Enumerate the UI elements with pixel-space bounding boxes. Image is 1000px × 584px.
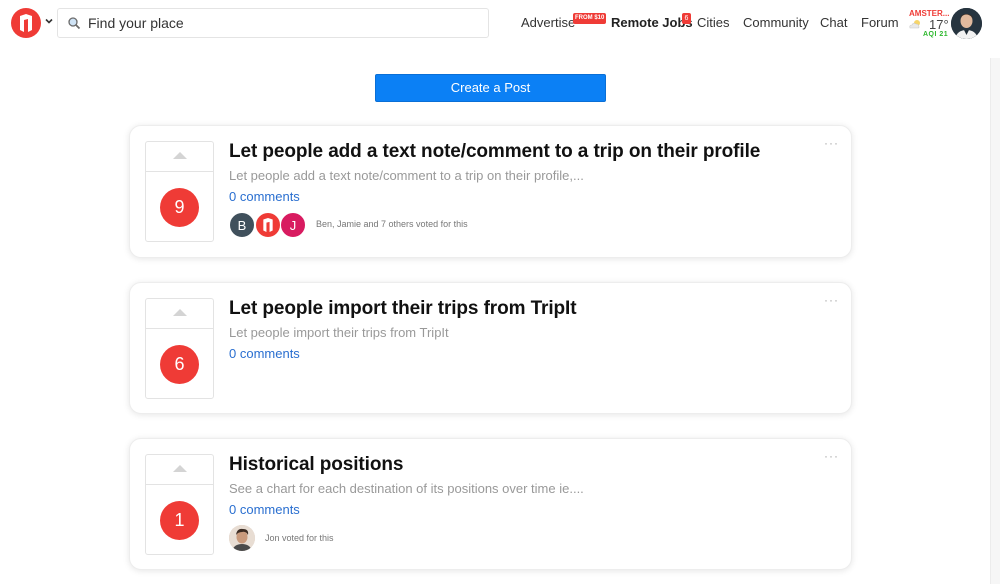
nav-advertise[interactable]: Advertise (521, 15, 575, 30)
remote-jobs-count-badge: 6 (682, 13, 691, 24)
nav-forum[interactable]: Forum (861, 15, 899, 30)
nav-chat[interactable]: Chat (820, 15, 847, 30)
page-scrollbar[interactable] (990, 58, 1000, 584)
more-options-icon[interactable]: ··· (824, 449, 839, 463)
voter-avatar[interactable] (255, 212, 281, 238)
search-icon (68, 17, 81, 30)
search-input[interactable] (88, 9, 478, 37)
voter-avatar[interactable] (229, 525, 255, 551)
comments-link[interactable]: 0 comments (229, 346, 300, 361)
post-excerpt: Let people add a text note/comment to a … (229, 168, 584, 183)
post-card[interactable]: 6 Let people import their trips from Tri… (129, 282, 852, 414)
vote-count: 9 (160, 188, 199, 227)
voter-avatar[interactable]: J (280, 212, 306, 238)
vote-count: 6 (160, 345, 199, 384)
voters-summary: Ben, Jamie and 7 others voted for this (316, 219, 468, 229)
user-photo-icon (951, 8, 982, 39)
create-post-button[interactable]: Create a Post (375, 74, 606, 102)
air-quality-index: AQI 21 (923, 31, 949, 38)
vote-widget: 1 (145, 454, 214, 555)
upvote-arrow-icon (173, 465, 187, 472)
nav-community[interactable]: Community (743, 15, 809, 30)
post-card[interactable]: 9 Let people add a text note/comment to … (129, 125, 852, 258)
nav-remote-jobs[interactable]: Remote Jobs (611, 15, 693, 30)
vote-widget: 6 (145, 298, 214, 399)
upvote-arrow-icon (173, 309, 187, 316)
more-options-icon[interactable]: ··· (824, 293, 839, 307)
voter-photo-icon (229, 525, 255, 551)
post-excerpt: Let people import their trips from TripI… (229, 325, 449, 340)
post-card[interactable]: 1 Historical positions See a chart for e… (129, 438, 852, 570)
post-title[interactable]: Historical positions (229, 454, 403, 476)
upvote-arrow-icon (173, 152, 187, 159)
comments-link[interactable]: 0 comments (229, 189, 300, 204)
post-excerpt: See a chart for each destination of its … (229, 481, 584, 496)
post-title[interactable]: Let people import their trips from TripI… (229, 298, 577, 320)
logo-mark-icon (20, 14, 32, 32)
vote-count: 1 (160, 501, 199, 540)
site-logo[interactable] (11, 8, 41, 38)
voter-avatar[interactable]: B (229, 212, 255, 238)
upvote-button[interactable] (146, 142, 213, 172)
top-navigation-bar: Advertise FROM $10 Remote Jobs 6 Cities … (0, 0, 1000, 46)
upvote-button[interactable] (146, 455, 213, 485)
comments-link[interactable]: 0 comments (229, 502, 300, 517)
upvote-button[interactable] (146, 299, 213, 329)
post-title[interactable]: Let people add a text note/comment to a … (229, 141, 760, 163)
vote-widget: 9 (145, 141, 214, 242)
voters-summary: Jon voted for this (265, 533, 334, 543)
chevron-down-icon[interactable] (44, 16, 54, 26)
advertise-price-badge: FROM $10 (573, 13, 607, 24)
weather-temperature: 17° (929, 17, 949, 32)
user-avatar[interactable] (951, 8, 982, 39)
nav-cities[interactable]: Cities (697, 15, 730, 30)
nomad-logo-icon (263, 218, 273, 232)
more-options-icon[interactable]: ··· (824, 136, 839, 150)
search-box[interactable] (57, 8, 489, 38)
cloud-sun-icon (909, 20, 920, 29)
